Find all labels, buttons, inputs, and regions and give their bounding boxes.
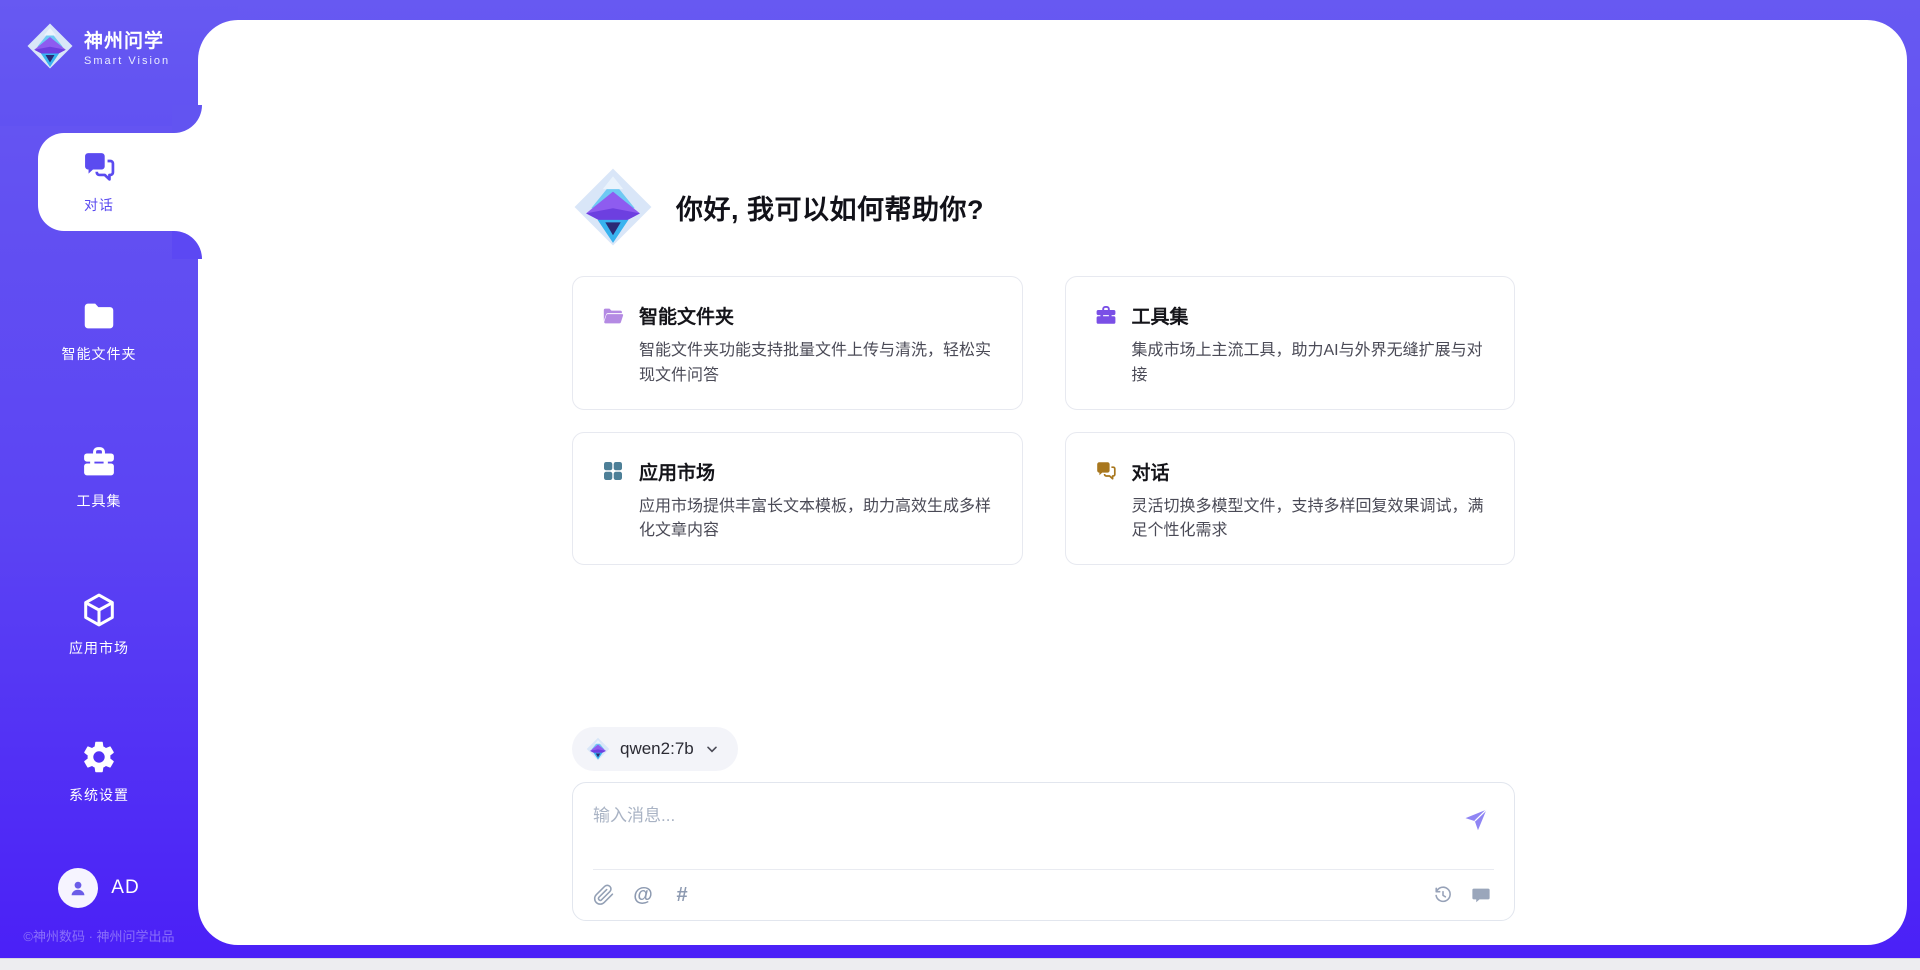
card-description: 灵活切换多模型文件，支持多样回复效果调试，满足个性化需求: [1132, 495, 1487, 545]
sidebar-item-smart-folder[interactable]: 智能文件夹: [0, 280, 198, 380]
sidebar-item-label: 系统设置: [69, 785, 129, 805]
sidebar-footer: ©神州数码 · 神州问学出品: [0, 926, 198, 945]
card-title: 应用市场: [639, 458, 715, 485]
desktop-edge-strip: [0, 958, 1920, 970]
sidebar-item-app-market[interactable]: 应用市场: [0, 574, 198, 674]
brand: 神州问学 Smart Vision: [26, 22, 170, 70]
attach-icon[interactable]: [593, 884, 615, 906]
model-name: qwen2:7b: [620, 739, 694, 759]
folder-icon: [80, 297, 118, 335]
card-smart-folder[interactable]: 智能文件夹 智能文件夹功能支持批量文件上传与清洗，轻松实现文件问答: [572, 276, 1023, 410]
sidebar-item-settings[interactable]: 系统设置: [0, 721, 198, 821]
message-input-box: @ #: [572, 782, 1515, 921]
message-input[interactable]: [593, 801, 1433, 859]
feedback-icon[interactable]: [1470, 884, 1492, 906]
composer: qwen2:7b @ #: [572, 727, 1515, 921]
sidebar-item-label: 应用市场: [69, 638, 129, 658]
brand-name: 神州问学: [84, 26, 170, 53]
history-icon[interactable]: [1432, 884, 1454, 906]
avatar: [58, 868, 98, 908]
grid-icon: [601, 459, 625, 483]
toolbox-icon: [80, 444, 118, 482]
user-initials: AD: [111, 877, 139, 899]
chat-icon: [1094, 459, 1118, 483]
sidebar-item-label: 对话: [84, 195, 114, 215]
feature-cards: 智能文件夹 智能文件夹功能支持批量文件上传与清洗，轻松实现文件问答 工具集 集成…: [572, 276, 1515, 565]
chevron-down-icon: [704, 741, 720, 757]
sidebar-item-label: 工具集: [77, 491, 122, 511]
brand-diamond-icon: [26, 22, 74, 70]
cube-icon: [80, 591, 118, 629]
greeting-block: 你好, 我可以如何帮助你?: [572, 165, 1515, 249]
card-chat[interactable]: 对话 灵活切换多模型文件，支持多样回复效果调试，满足个性化需求: [1065, 432, 1516, 566]
model-selector[interactable]: qwen2:7b: [572, 727, 738, 771]
input-divider: [593, 869, 1494, 870]
sidebar-item-label: 智能文件夹: [62, 344, 137, 364]
card-description: 智能文件夹功能支持批量文件上传与清洗，轻松实现文件问答: [639, 339, 994, 389]
send-icon[interactable]: [1462, 805, 1490, 833]
folder-open-icon: [601, 304, 625, 328]
brand-subtitle: Smart Vision: [84, 55, 170, 67]
brand-diamond-icon: [572, 166, 654, 248]
mention-icon[interactable]: @: [632, 884, 654, 906]
greeting-title: 你好, 我可以如何帮助你?: [676, 188, 984, 227]
card-description: 集成市场上主流工具，助力AI与外界无缝扩展与对接: [1132, 339, 1487, 389]
chat-icon: [80, 148, 118, 186]
card-title: 智能文件夹: [639, 302, 734, 329]
sidebar-item-chat[interactable]: 对话: [0, 132, 198, 231]
card-title: 对话: [1132, 458, 1170, 485]
card-app-market[interactable]: 应用市场 应用市场提供丰富长文本模板，助力高效生成多样化文章内容: [572, 432, 1023, 566]
hash-icon[interactable]: #: [671, 884, 693, 906]
user-row[interactable]: AD: [0, 868, 198, 908]
card-description: 应用市场提供丰富长文本模板，助力高效生成多样化文章内容: [639, 495, 994, 545]
sidebar: 神州问学 Smart Vision 对话 智能文件夹 工具集 应用市场 系统设置: [0, 0, 198, 958]
main-panel: 你好, 我可以如何帮助你? 智能文件夹 智能文件夹功能支持批量文件上传与清洗，轻…: [198, 20, 1907, 945]
model-logo-icon: [586, 737, 610, 761]
gear-icon: [80, 738, 118, 776]
card-title: 工具集: [1132, 302, 1189, 329]
toolbox-icon: [1094, 304, 1118, 328]
card-toolset[interactable]: 工具集 集成市场上主流工具，助力AI与外界无缝扩展与对接: [1065, 276, 1516, 410]
sidebar-item-toolset[interactable]: 工具集: [0, 427, 198, 527]
person-icon: [66, 876, 90, 900]
